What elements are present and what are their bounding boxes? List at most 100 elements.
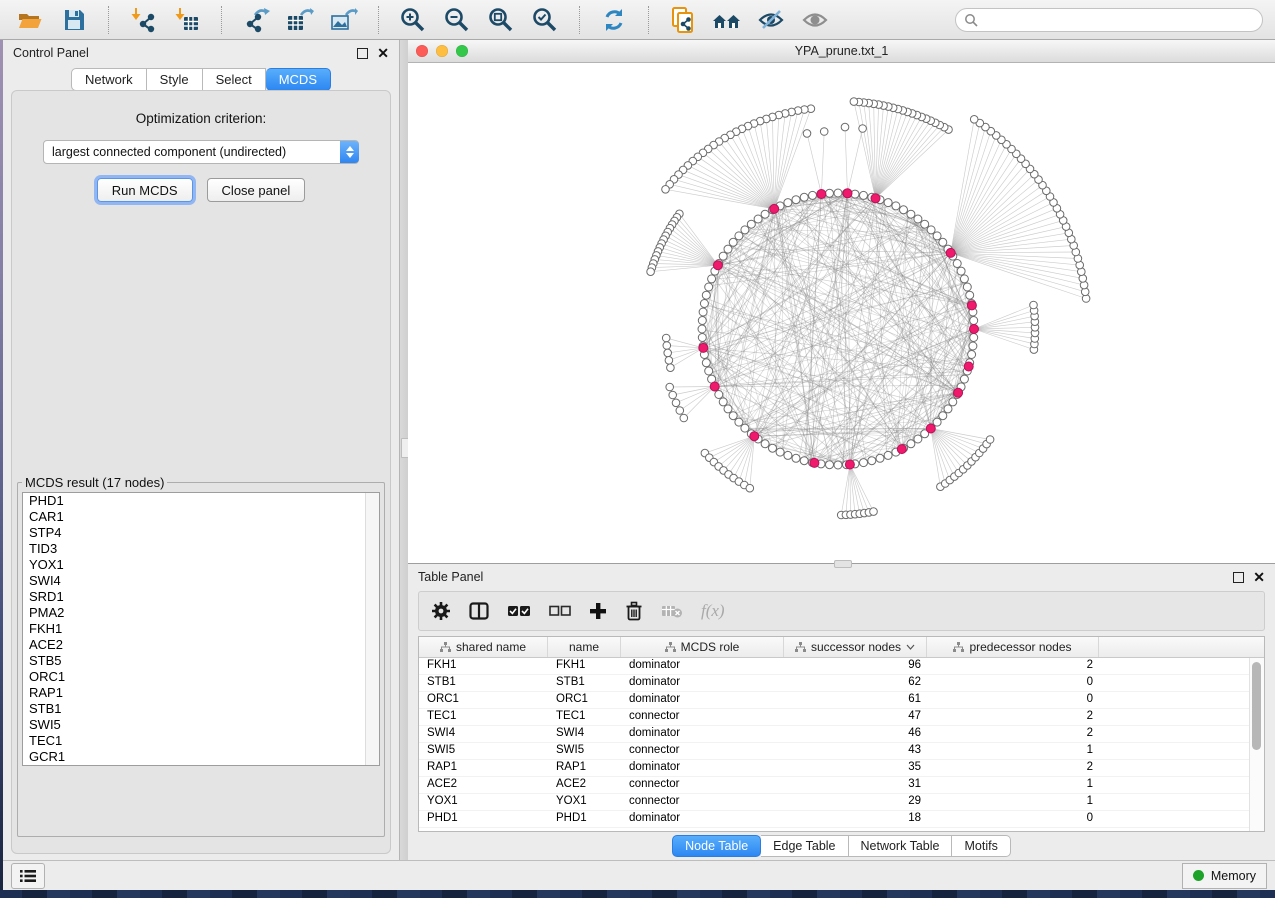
column-header-successor-nodes[interactable]: successor nodes xyxy=(784,637,927,657)
graph-dominator-node[interactable] xyxy=(926,424,935,433)
tab-style[interactable]: Style xyxy=(147,68,203,91)
table-cell[interactable]: STB1 xyxy=(419,675,548,691)
graph-leaf-node[interactable] xyxy=(986,436,994,444)
graph-node[interactable] xyxy=(969,342,977,350)
network-canvas[interactable] xyxy=(408,63,1275,563)
clone-network-button[interactable] xyxy=(665,5,701,35)
table-cell[interactable]: SWI4 xyxy=(548,726,621,742)
table-row[interactable]: SWI5SWI5connector431 xyxy=(419,743,1264,760)
show-columns-button[interactable] xyxy=(469,602,489,620)
table-cell[interactable]: 0 xyxy=(927,692,1099,708)
graph-node[interactable] xyxy=(792,196,800,204)
table-cell[interactable]: dominator xyxy=(621,811,784,827)
save-button[interactable] xyxy=(56,5,92,35)
zoom-in-button[interactable] xyxy=(395,5,431,35)
mcds-result-item[interactable]: SRD1 xyxy=(23,589,379,605)
mcds-result-item[interactable]: SWI5 xyxy=(23,717,379,733)
table-cell[interactable]: YOX1 xyxy=(548,794,621,810)
export-table-button[interactable] xyxy=(282,5,318,35)
graph-node[interactable] xyxy=(939,412,947,420)
table-cell[interactable]: FKH1 xyxy=(419,658,548,674)
graph-leaf-node[interactable] xyxy=(680,414,688,422)
graph-node[interactable] xyxy=(927,226,935,234)
graph-node[interactable] xyxy=(754,215,762,223)
graph-node[interactable] xyxy=(747,220,755,228)
graph-dominator-node[interactable] xyxy=(699,343,708,352)
graph-node[interactable] xyxy=(826,461,834,469)
graph-node[interactable] xyxy=(968,351,976,359)
graph-node[interactable] xyxy=(800,193,808,201)
close-panel-icon[interactable]: ✕ xyxy=(377,49,389,58)
graph-dominator-node[interactable] xyxy=(967,301,976,310)
table-cell[interactable]: 61 xyxy=(784,692,927,708)
graph-dominator-node[interactable] xyxy=(964,362,973,371)
table-row[interactable]: TEC1TEC1connector472 xyxy=(419,709,1264,726)
graph-node[interactable] xyxy=(884,451,892,459)
graph-node[interactable] xyxy=(698,317,706,325)
table-cell[interactable]: TEC1 xyxy=(548,709,621,725)
graph-leaf-node[interactable] xyxy=(746,484,754,492)
graph-node[interactable] xyxy=(698,334,706,342)
graph-node[interactable] xyxy=(876,454,884,462)
mcds-result-item[interactable]: STB1 xyxy=(23,701,379,717)
panel-splitter[interactable] xyxy=(400,40,408,860)
graph-node[interactable] xyxy=(868,457,876,465)
table-tab-edge-table[interactable]: Edge Table xyxy=(761,835,848,857)
table-cell[interactable]: SWI5 xyxy=(548,743,621,759)
graph-node[interactable] xyxy=(949,398,957,406)
graph-leaf-node[interactable] xyxy=(664,349,672,357)
table-row[interactable]: ACE2ACE2connector311 xyxy=(419,777,1264,794)
graph-node[interactable] xyxy=(970,317,978,325)
graph-dominator-node[interactable] xyxy=(817,190,826,199)
mcds-result-item[interactable]: ORC1 xyxy=(23,669,379,685)
graph-node[interactable] xyxy=(860,459,868,467)
table-cell[interactable]: dominator xyxy=(621,675,784,691)
graph-leaf-node[interactable] xyxy=(870,508,878,516)
zoom-fit-button[interactable] xyxy=(483,5,519,35)
graph-node[interactable] xyxy=(700,300,708,308)
table-cell[interactable]: ACE2 xyxy=(419,777,548,793)
graph-leaf-node[interactable] xyxy=(662,186,670,194)
graph-dominator-node[interactable] xyxy=(845,460,854,469)
mcds-result-item[interactable]: CAR1 xyxy=(23,509,379,525)
table-cell[interactable]: RAP1 xyxy=(548,760,621,776)
table-cell[interactable]: 2 xyxy=(927,658,1099,674)
graph-leaf-node[interactable] xyxy=(662,334,670,342)
graph-node[interactable] xyxy=(800,457,808,465)
column-header-name[interactable]: name xyxy=(548,637,621,657)
zoom-out-button[interactable] xyxy=(439,5,475,35)
table-cell[interactable]: 18 xyxy=(784,811,927,827)
mcds-result-item[interactable]: PMA2 xyxy=(23,605,379,621)
graph-leaf-node[interactable] xyxy=(850,98,858,106)
graph-node[interactable] xyxy=(729,412,737,420)
graph-node[interactable] xyxy=(724,405,732,413)
graph-node[interactable] xyxy=(699,308,707,316)
graph-node[interactable] xyxy=(719,398,727,406)
close-panel-button[interactable]: Close panel xyxy=(207,178,306,202)
graph-node[interactable] xyxy=(884,199,892,207)
table-cell[interactable]: TEC1 xyxy=(419,709,548,725)
mcds-result-item[interactable]: TID3 xyxy=(23,541,379,557)
graph-node[interactable] xyxy=(761,440,769,448)
table-row[interactable]: STB1STB1dominator620 xyxy=(419,675,1264,692)
table-scrollbar[interactable] xyxy=(1249,658,1264,831)
graph-leaf-node[interactable] xyxy=(666,383,674,391)
graph-node[interactable] xyxy=(784,451,792,459)
graph-leaf-node[interactable] xyxy=(647,268,655,276)
graph-node[interactable] xyxy=(834,461,842,469)
graph-node[interactable] xyxy=(966,291,974,299)
graph-node[interactable] xyxy=(953,260,961,268)
table-cell[interactable]: dominator xyxy=(621,760,784,776)
table-cell[interactable]: connector xyxy=(621,777,784,793)
close-table-panel-icon[interactable]: ✕ xyxy=(1253,573,1265,582)
graph-leaf-node[interactable] xyxy=(667,364,675,372)
hide-selected-button[interactable] xyxy=(753,5,789,35)
graph-node[interactable] xyxy=(735,418,743,426)
graph-node[interactable] xyxy=(960,275,968,283)
mcds-result-list[interactable]: PHD1CAR1STP4TID3YOX1SWI4SRD1PMA2FKH1ACE2… xyxy=(22,492,380,766)
table-cell[interactable]: connector xyxy=(621,709,784,725)
graph-leaf-node[interactable] xyxy=(665,357,673,365)
graph-node[interactable] xyxy=(907,440,915,448)
graph-leaf-node[interactable] xyxy=(803,130,811,138)
table-cell[interactable]: ACE2 xyxy=(548,777,621,793)
